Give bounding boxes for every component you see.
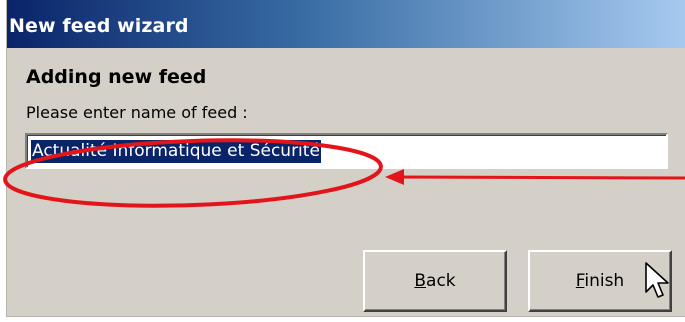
back-label-rest: ack bbox=[426, 271, 456, 291]
feed-name-selected-text: Actualité Informatique et Sécurité bbox=[31, 140, 321, 163]
back-button[interactable]: Back bbox=[363, 250, 507, 312]
window-title: New feed wizard bbox=[9, 15, 189, 37]
finish-label-rest: inish bbox=[584, 271, 625, 291]
mouse-pointer-icon bbox=[645, 262, 669, 298]
finish-button-label: Finish bbox=[576, 271, 624, 291]
back-button-label: Back bbox=[414, 271, 455, 291]
feed-name-label: Please enter name of feed : bbox=[26, 103, 248, 122]
page-heading: Adding new feed bbox=[26, 66, 207, 88]
title-bar[interactable]: New feed wizard bbox=[7, 0, 685, 48]
back-mnemonic: B bbox=[414, 271, 427, 291]
wizard-window: New feed wizard Adding new feed Please e… bbox=[6, 0, 685, 317]
feed-name-input[interactable]: Actualité Informatique et Sécurité bbox=[25, 133, 668, 169]
